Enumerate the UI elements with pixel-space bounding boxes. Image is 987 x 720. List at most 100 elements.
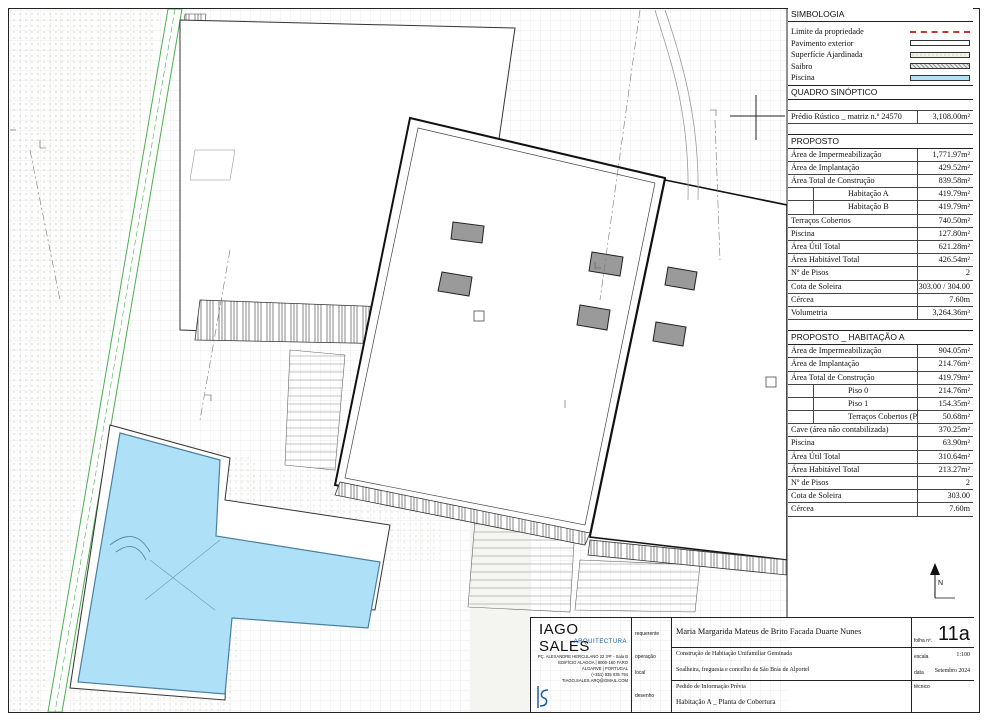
schedule-row: Terraços Cobertos 740.50m² — [788, 214, 973, 228]
legend-item: Superfície Ajardinada — [788, 49, 973, 61]
data-label: data — [914, 670, 924, 676]
schedule-row-label: Terraços Cobertos — [791, 215, 851, 225]
schedule-row-label: Cota de Soleira — [791, 281, 842, 291]
schedule-row-value: 63.90m² — [917, 437, 973, 450]
schedule-row: Cota de Soleira 303.00 — [788, 490, 973, 504]
requerente-label: requerente — [635, 631, 660, 637]
schedule-row-value: 214.76m² — [917, 358, 973, 371]
schedule-row-value: 621.28m² — [917, 241, 973, 254]
schedule-row-value: 904.05m² — [917, 345, 973, 358]
legend-swatch — [910, 74, 970, 81]
schedule-row: Cércea 7.60m — [788, 293, 973, 307]
escala-label: escala — [914, 654, 929, 660]
legend-item: Pavimento exterior — [788, 38, 973, 50]
schedule-row-label: Habitação A — [813, 188, 917, 201]
schedule-row-value: 419.79m² — [917, 201, 973, 214]
local-label: local — [635, 670, 646, 676]
schedule-row-value: 426.54m² — [917, 254, 973, 267]
schedule-row: Área de Implantação 429.52m² — [788, 161, 973, 176]
schedule-row: Cércea 7.60m — [788, 503, 973, 517]
schedule-row-label: Nº de Pisos — [791, 268, 829, 278]
synoptic-title: QUADRO SINÓPTICO — [788, 84, 973, 100]
operacao-label: operação — [635, 654, 656, 660]
schedule-row-value: 310.64m² — [917, 450, 973, 463]
schedule-row: Área Total de Construção 419.79m² — [788, 371, 973, 385]
schedule-row: Habitação A 419.79m² — [788, 188, 973, 202]
schedule-row-value: 1,771.97m² — [917, 148, 973, 161]
schedule-row-label: Terraços Cobertos (P. 0 e 1) — [813, 411, 917, 424]
desenho-line-2: Habitação A _ Planta de Cobertura — [676, 698, 776, 706]
schedule-row-label: Área Útil Total — [791, 242, 841, 251]
schedule-row: Nº de Pisos 2 — [788, 477, 973, 491]
sheet-info: folha nº. 11a escala 1:100 data Setembro… — [911, 618, 974, 712]
schedule-row-label: Cércea — [791, 294, 814, 304]
legend-item-label: Piscina — [791, 73, 815, 83]
title-block: IAGO SALES ARQUITECTURA PÇ. ALEXANDRE HE… — [530, 617, 974, 712]
schedule-row-label: Área de Implantação — [791, 359, 860, 369]
schedule-row-value: 2 — [917, 477, 973, 490]
schedule-row-value: 419.79m² — [917, 188, 973, 201]
brand-logo-text: IAGO SALES — [539, 621, 590, 655]
schedule-row-value: 154.35m² — [917, 397, 973, 411]
schedule-row: Área de Implantação 214.76m² — [788, 358, 973, 372]
escala-value: 1:100 — [956, 652, 970, 658]
legend-swatch — [910, 30, 970, 33]
legend-swatch — [910, 40, 970, 47]
legend-item: Limite da propriedade — [788, 26, 973, 38]
schedule-row-value: 2 — [917, 267, 973, 280]
schedule-row-value: 740.50m² — [917, 214, 973, 227]
tecnico-label: técnico — [914, 684, 930, 690]
schedule-panel: SIMBOLOGIA Limite da propriedade Paviment… — [788, 8, 973, 517]
schedule-row-label: Volumetria — [791, 307, 828, 317]
schedule-row-value: 213.27m² — [917, 463, 973, 476]
legend-title: SIMBOLOGIA — [788, 8, 973, 22]
schedule-row-value: 3,264.36m³ — [917, 306, 973, 320]
schedule-row: Área Habitável Total 213.27m² — [788, 463, 973, 477]
legend-item: Saibro — [788, 61, 973, 73]
legend-item: Piscina — [788, 72, 973, 84]
plot-row: Prédio Rústico _ matriz n.º 24570 3,108.… — [788, 109, 973, 124]
schedule-row: Área Habitável Total 426.54m² — [788, 254, 973, 268]
schedule-row: Cave (área não contabilizada) 370.25m² — [788, 424, 973, 438]
schedule-row: Habitação B 419.79m² — [788, 201, 973, 215]
schedule-row-value: 303.00 / 304.00 — [917, 280, 973, 293]
plot-row-label: Prédio Rústico _ matriz n.º 24570 — [791, 111, 902, 121]
schedule-row-value: 303.00 — [917, 490, 973, 503]
schedule-row-label: Piscina — [791, 438, 815, 448]
schedule-row: Área de Impermeabilização 904.05m² — [788, 345, 973, 359]
schedule-row-label: Cave (área não contabilizada) — [791, 425, 889, 435]
schedule-row: Piso 0 214.76m² — [788, 384, 973, 398]
schedule-row: Piso 1 154.35m² — [788, 397, 973, 412]
schedule-row-value: 370.25m² — [917, 424, 973, 437]
schedule-row: Área de Impermeabilização 1,771.97m² — [788, 148, 973, 162]
schedule-row-label: Piso 1 — [813, 397, 917, 411]
schedule-row-value: 50.68m² — [917, 411, 973, 424]
schedule-row-label: Área de Implantação — [791, 162, 860, 172]
project-info: Maria Margarida Mateus de Brito Facada D… — [671, 618, 912, 712]
legend-item-label: Limite da propriedade — [791, 27, 864, 37]
legend-swatch — [910, 63, 970, 70]
schedule-row: Terraços Cobertos (P. 0 e 1)50.68m² — [788, 411, 973, 425]
desenho-line-1: Pedido de Informação Prévia — [676, 684, 746, 690]
habitacao-a-title: PROPOSTO _ HABITAÇÃO A — [788, 330, 973, 346]
legend-swatch — [910, 51, 970, 58]
schedule-row-label: Piscina — [791, 228, 815, 238]
schedule-row-value: 429.52m² — [917, 161, 973, 175]
proposto-table: Área de Impermeabilização 1,771.97m² Área … — [788, 148, 973, 321]
schedule-row-label: Cércea — [791, 504, 814, 514]
habitacao-a-table: Área de Impermeabilização 904.05m² Área de… — [788, 345, 973, 517]
schedule-row-value: 839.58m² — [917, 175, 973, 188]
brand-mark-icon — [537, 686, 549, 708]
schedule-row-value: 419.79m² — [917, 371, 973, 384]
sheet-number: 11a — [938, 623, 970, 645]
legend-item-label: Saibro — [791, 61, 813, 71]
schedule-row-label: Área Total de Construção — [791, 176, 875, 186]
schedule-row-value: 7.60m — [917, 293, 973, 306]
schedule-row-value: 7.60m — [917, 503, 973, 516]
legend-item-label: Superfície Ajardinada — [791, 50, 863, 60]
folha-label: folha nº. — [914, 638, 933, 644]
schedule-row: Área Útil Total 621.28m² — [788, 241, 973, 255]
schedule-row-label: Área Útil Total — [791, 451, 841, 461]
schedule-row-label: Área Total de Construção — [791, 372, 875, 382]
schedule-row-label: Piso 0 — [813, 384, 917, 397]
